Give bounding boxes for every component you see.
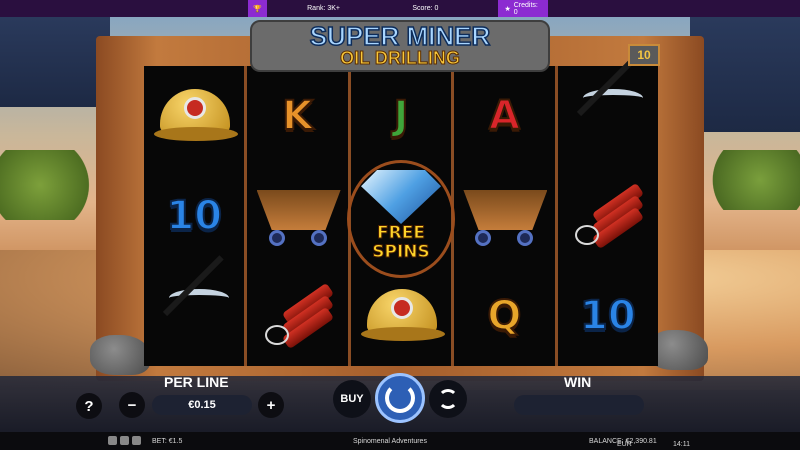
ten-symbol: 10 [165, 192, 223, 240]
logo-title: SUPER MINER [309, 21, 491, 51]
reel-2: K [247, 66, 351, 366]
letter-symbol: J [393, 92, 410, 140]
rock-left [90, 335, 150, 375]
reel-cell: K [247, 66, 347, 166]
reel-cell [558, 55, 658, 166]
reel-3: J FREE SPINS [347, 66, 456, 366]
reel-cell [351, 266, 451, 366]
game-logo: SUPER MINER OIL DRILLING [250, 20, 550, 72]
bet-text: BET: €1.5 [152, 437, 183, 445]
reel-cell [247, 166, 347, 266]
reel-cell: J [351, 66, 451, 166]
dynamite-symbol [263, 281, 334, 351]
trophy-icon[interactable]: 🏆 [248, 0, 268, 17]
status-icons [108, 436, 141, 445]
mine-cart-symbol [459, 186, 549, 246]
letter-symbol: K [281, 92, 314, 140]
mine-cart-symbol [253, 186, 343, 246]
score-text: Score: 0 [412, 5, 439, 12]
reel-cell: 10 [144, 166, 244, 266]
settings-icon[interactable] [132, 436, 141, 445]
reel-cell [558, 166, 658, 266]
reel-cell [144, 255, 244, 366]
top-bar: 🏆 Rank: 3K+ Score: 0 ★ Credits: 0 [0, 0, 800, 17]
reels-grid: 10 K J FREE SPINS A Q 10 [144, 55, 658, 366]
reel-cell [247, 266, 347, 366]
ten-symbol: 10 [579, 292, 637, 340]
spin-icon [385, 383, 415, 413]
reel-cell [454, 166, 554, 266]
helmet-symbol [154, 87, 239, 145]
win-value [514, 395, 644, 415]
credits-text: Credits: 0 [513, 1, 538, 16]
reel-4: AQ [454, 66, 558, 366]
reel-cell [144, 66, 244, 166]
per-line-value: €0.15 [152, 395, 252, 415]
status-bar: BET: €1.5 Spinomenal Adventures BALANCE:… [0, 432, 800, 450]
dynamite-symbol [573, 181, 644, 251]
game-stage: 🏆 Rank: 3K+ Score: 0 ★ Credits: 0 10 K J FR… [0, 0, 800, 450]
credits-badge[interactable]: ★ Credits: 0 [498, 0, 548, 17]
bush-left [0, 150, 100, 220]
help-button[interactable]: ? [76, 393, 102, 419]
helmet-symbol [361, 287, 446, 345]
reel-1: 10 [144, 66, 248, 366]
logo-subtitle: OIL DRILLING [340, 48, 461, 69]
letter-symbol: Q [486, 292, 522, 340]
per-line-label: PER LINE [164, 374, 229, 390]
win-label: WIN [564, 374, 592, 390]
star-icon: ★ [504, 5, 511, 13]
buy-feature-button[interactable]: BUY [333, 380, 371, 418]
lines-count-badge: 10 [628, 44, 660, 66]
rank-text: Rank: 3K+ [307, 5, 341, 12]
increase-bet-button[interactable]: + [258, 392, 284, 418]
reel-cell: 10 [558, 266, 658, 366]
reel-5: 10 [558, 55, 658, 366]
pickaxe-symbol [159, 255, 230, 351]
sound-icon[interactable] [120, 436, 129, 445]
oil-rig-right [690, 17, 800, 132]
reel-cell: Q [454, 266, 554, 366]
autoplay-icon [438, 389, 458, 409]
spin-button[interactable] [375, 373, 425, 423]
oil-rig-left [0, 17, 110, 107]
home-icon[interactable] [108, 436, 117, 445]
autoplay-button[interactable] [429, 380, 467, 418]
clock-text: 14:11 [673, 441, 690, 448]
pickaxe-symbol [573, 55, 643, 151]
reel-cell: A [454, 66, 554, 166]
letter-symbol: A [488, 92, 521, 140]
free-spins-symbol: FREE SPINS [347, 160, 456, 278]
decrease-bet-button[interactable]: − [119, 392, 145, 418]
bush-right [700, 150, 800, 210]
currency-text: EUR [617, 441, 632, 448]
brand-text: Spinomenal Adventures [353, 437, 427, 445]
reel-cell: FREE SPINS [347, 160, 456, 278]
